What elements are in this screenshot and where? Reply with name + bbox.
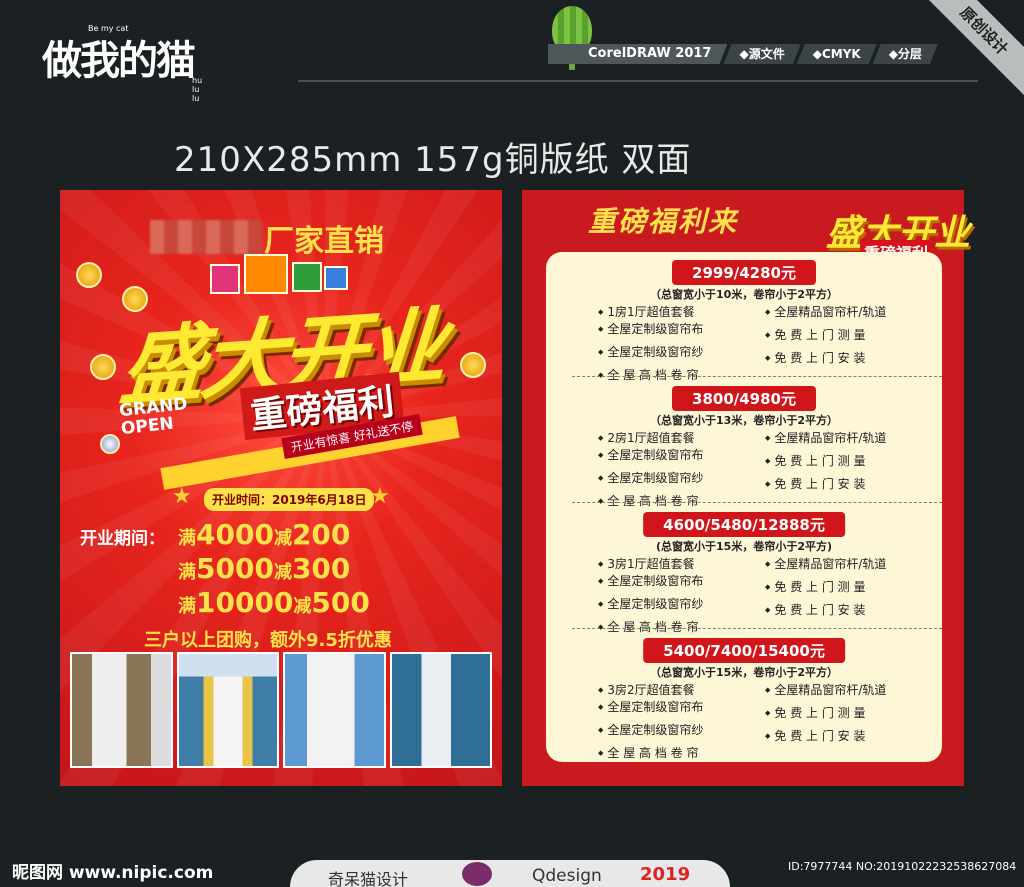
print-spec: 210X285mm 157g铜版纸 双面 [174, 140, 692, 180]
coin-icon [76, 262, 102, 288]
gift-box-icon [210, 264, 240, 294]
package-divider [572, 502, 942, 503]
opening-date: 开业时间：2019年6月18日 [204, 488, 375, 511]
ball-icon [100, 434, 120, 454]
brand-name: Qdesign [532, 866, 602, 886]
package-item: 全屋定制级窗帘布 [598, 447, 751, 463]
cat-logo-icon [462, 862, 492, 886]
logo-text: 做我的猫 [42, 38, 196, 84]
curtain-photo [70, 652, 173, 768]
package-condition: （总窗宽小于10米，卷帘小于2平方） [650, 288, 838, 301]
package-item: 全 屋 高 档 卷 帘 [598, 619, 751, 635]
package-items: 3房1厅超值套餐 全屋精品窗帘杆/轨道 全屋定制级窗帘布 免 费 上 门 测 量… [598, 556, 918, 635]
package-item: 全屋精品窗帘杆/轨道 [765, 556, 918, 572]
package-price: 3800/4980元 [672, 386, 816, 411]
package-item: 全屋精品窗帘杆/轨道 [765, 682, 918, 698]
site-watermark: 昵图网 www.nipic.com [12, 863, 214, 883]
package-items: 3房2厅超值套餐 全屋精品窗帘杆/轨道 全屋定制级窗帘布 免 费 上 门 测 量… [598, 682, 918, 761]
year-label: 2019 [640, 864, 691, 885]
logo-tag-bottom: hu lu lu [192, 76, 203, 103]
package-item: 全屋定制级窗帘布 [598, 321, 751, 337]
package-condition: (总窗宽小于15米，卷帘小于2平方) [655, 540, 832, 553]
curtain-photo [389, 652, 492, 768]
package-divider [572, 376, 942, 377]
package-condition: （总窗宽小于15米，卷帘小于2平方） [650, 666, 838, 679]
package-item: 3房1厅超值套餐 [598, 556, 751, 572]
package-items: 2房1厅超值套餐 全屋精品窗帘杆/轨道 全屋定制级窗帘布 免 费 上 门 测 量… [598, 430, 918, 509]
package-item: 免 费 上 门 测 量 [765, 705, 918, 721]
package-item: 免 费 上 门 安 装 [765, 602, 918, 618]
period-label: 开业期间： [80, 529, 165, 549]
package-item: 免 费 上 门 安 装 [765, 476, 918, 492]
package-item: 全 屋 高 档 卷 帘 [598, 367, 751, 383]
package-item: 免 费 上 门 测 量 [765, 579, 918, 595]
star-icon: ★ [370, 484, 390, 509]
file-info-bar: CorelDRAW 2017 ◆源文件 ◆CMYK ◆分层 [548, 44, 934, 64]
coin-icon [460, 352, 486, 378]
package-items: 1房1厅超值套餐 全屋精品窗帘杆/轨道 全屋定制级窗帘布 免 费 上 门 测 量… [598, 304, 918, 383]
package-item: 免 费 上 门 安 装 [765, 350, 918, 366]
package-item: 全屋定制级窗帘纱 [598, 722, 751, 738]
package-item: 免 费 上 门 测 量 [765, 453, 918, 469]
front-flyer: 厂家直销 盛大开业 GRAND OPEN 重磅福利 开业有惊喜 好礼送不停 ★ … [60, 190, 502, 786]
package-price: 2999/4280元 [672, 260, 816, 285]
image-id: ID:7977744 NO:20191022232538627084 [788, 860, 1017, 873]
package-item: 1房1厅超值套餐 [598, 304, 751, 320]
benefits-title: 重磅福利来 [588, 205, 739, 238]
package-item: 全屋定制级窗帘纱 [598, 344, 751, 360]
star-icon: ★ [172, 484, 192, 509]
curtain-photo [283, 652, 386, 768]
package-item: 全屋定制级窗帘纱 [598, 470, 751, 486]
package-item: 全屋定制级窗帘布 [598, 573, 751, 589]
package-item: 3房2厅超值套餐 [598, 682, 751, 698]
group-buy-offer: 三户以上团购，额外9.5折优惠 [144, 630, 392, 651]
package-item: 免 费 上 门 测 量 [765, 327, 918, 343]
package-item: 免 费 上 门 安 装 [765, 728, 918, 744]
package-item: 全屋精品窗帘杆/轨道 [765, 304, 918, 320]
package-item: 全屋精品窗帘杆/轨道 [765, 430, 918, 446]
curtain-photos [70, 652, 492, 768]
package-item: 全屋定制级窗帘纱 [598, 596, 751, 612]
package-item: 全屋定制级窗帘布 [598, 699, 751, 715]
software-badge: CorelDRAW 2017 [548, 44, 727, 64]
discount-tier: 满4000减200 [178, 518, 351, 551]
source-file-badge: ◆源文件 [723, 44, 800, 64]
blurred-brand [150, 220, 262, 254]
cmyk-badge: ◆CMYK [797, 44, 877, 64]
layers-badge: ◆分层 [873, 44, 938, 64]
package-price: 5400/7400/15400元 [643, 638, 845, 663]
coin-icon [90, 354, 116, 380]
gift-box-icon [244, 254, 288, 294]
package-condition: （总窗宽小于13米，卷帘小于2平方） [650, 414, 838, 427]
header-divider [298, 80, 978, 82]
logo-tag-top: Be my cat [88, 24, 129, 33]
designer-name: 奇呆猫设计 [328, 870, 409, 887]
package-item: 全 屋 高 档 卷 帘 [598, 493, 751, 509]
package-item: 全 屋 高 档 卷 帘 [598, 745, 751, 761]
package-price: 4600/5480/12888元 [643, 512, 845, 537]
package-item: 2房1厅超值套餐 [598, 430, 751, 446]
curtain-photo [176, 652, 279, 768]
package-divider [572, 628, 942, 629]
site-logo: 做我的猫 Be my cat hu lu lu [42, 24, 202, 103]
discount-tier: 满5000减300 [178, 552, 351, 585]
discount-tier: 满10000减500 [178, 586, 370, 619]
